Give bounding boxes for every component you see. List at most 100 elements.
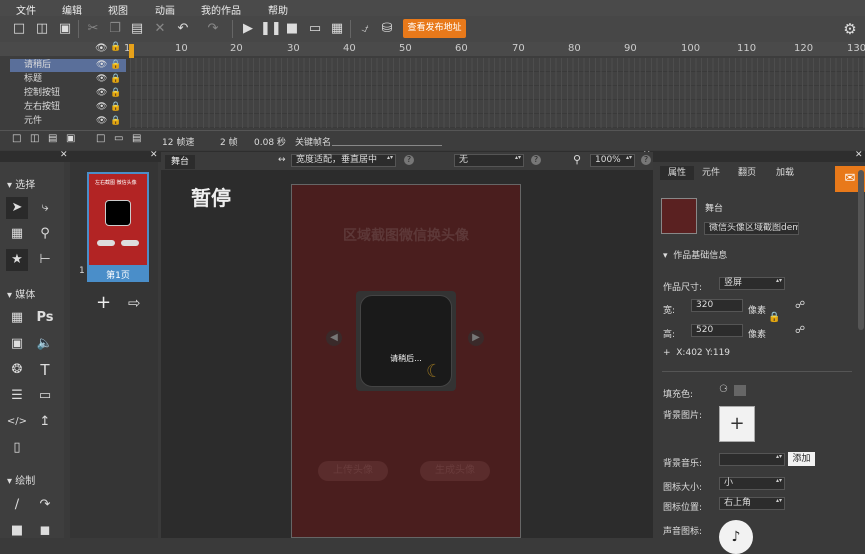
- save-icon[interactable]: ▣: [55, 19, 75, 39]
- width-input[interactable]: 320: [691, 299, 743, 312]
- layer-item[interactable]: 标题 👁 🔒: [10, 73, 126, 86]
- help-icon[interactable]: ?: [404, 155, 414, 165]
- tab-properties[interactable]: 属性: [660, 166, 694, 180]
- work-name-input[interactable]: 微信头像区域截图demo: [704, 222, 799, 235]
- add-frame-icon[interactable]: □: [96, 133, 105, 144]
- icon-position-select[interactable]: 右上角: [719, 497, 785, 510]
- tab-loading[interactable]: 加载: [768, 166, 802, 180]
- image-icon[interactable]: ▣: [6, 333, 28, 355]
- trash-icon[interactable]: ▣: [66, 133, 75, 144]
- stop-icon[interactable]: ■: [282, 19, 302, 39]
- play-icon[interactable]: ▶: [238, 19, 258, 39]
- timeline-frames-grid[interactable]: [130, 58, 865, 128]
- basic-info-header[interactable]: ▾ 作品基础信息: [663, 248, 727, 261]
- new-file-icon[interactable]: □: [9, 19, 29, 39]
- stage-canvas[interactable]: 暂停 区域截图微信换头像 请稍后... ☾ ◀ ▶ 上传头像 生成头像: [161, 170, 653, 538]
- zoom-icon[interactable]: ⚲: [34, 223, 56, 245]
- text-icon[interactable]: T: [34, 359, 56, 381]
- height-input[interactable]: 520: [691, 324, 743, 337]
- zoom-select[interactable]: 100%: [590, 154, 635, 167]
- scrollbar[interactable]: [858, 170, 864, 330]
- add-keyframe-icon[interactable]: ▭: [114, 133, 123, 144]
- link-icon[interactable]: ☍: [795, 325, 805, 336]
- eye-icon[interactable]: 👁: [96, 115, 107, 128]
- transform-icon[interactable]: ▦: [6, 223, 28, 245]
- help-icon[interactable]: ?: [531, 155, 541, 165]
- menu-file[interactable]: 文件: [16, 2, 36, 17]
- delete-layer-icon[interactable]: ▤: [48, 133, 57, 144]
- fit-select[interactable]: 宽度适配，垂直居中: [291, 154, 396, 167]
- paragraph-icon[interactable]: ☰: [6, 385, 28, 407]
- layer-item[interactable]: 元件 👁 🔒: [10, 115, 126, 128]
- close-icon[interactable]: ✕: [150, 150, 158, 160]
- copy-icon[interactable]: ❐: [105, 19, 125, 39]
- tab-page-turn[interactable]: 翻页: [730, 166, 764, 180]
- close-icon[interactable]: ✕: [60, 150, 68, 160]
- close-icon[interactable]: ✕: [855, 150, 863, 160]
- qrcode-icon[interactable]: ▦: [327, 19, 347, 39]
- crop-frame[interactable]: 请稍后... ☾: [356, 291, 456, 391]
- layer-item[interactable]: 左右按钮 👁 🔒: [10, 101, 126, 114]
- tab-components[interactable]: 元件: [694, 166, 728, 180]
- effect-select[interactable]: 无: [454, 154, 524, 167]
- video-icon[interactable]: ❂: [6, 359, 28, 381]
- publish-icon[interactable]: ⛁: [377, 19, 397, 39]
- add-layer-icon[interactable]: □: [12, 133, 21, 144]
- rounded-rect-icon[interactable]: ◼: [34, 520, 56, 542]
- menu-view[interactable]: 视图: [108, 2, 128, 17]
- keyframe-name-input[interactable]: [332, 145, 442, 146]
- view-publish-address-button[interactable]: 查看发布地址: [403, 19, 466, 38]
- add-bg-image-button[interactable]: +: [719, 406, 755, 442]
- align-icon[interactable]: ⊢: [34, 249, 56, 271]
- rectangle-icon[interactable]: ■: [6, 520, 28, 542]
- section-media-header[interactable]: ▾ 媒体: [7, 286, 35, 301]
- layer-item[interactable]: 控制按钮 👁 🔒: [10, 87, 126, 100]
- fill-color-swatch[interactable]: [734, 385, 746, 396]
- pause-icon[interactable]: ❚❚: [260, 19, 282, 39]
- delete-icon[interactable]: ✕: [150, 19, 170, 39]
- tab-stage[interactable]: 舞台: [165, 155, 195, 169]
- add-music-button[interactable]: 添加: [788, 452, 815, 466]
- next-arrow-icon[interactable]: ▶: [468, 330, 484, 346]
- import-page-icon[interactable]: ⇨: [128, 294, 141, 312]
- phone-stage[interactable]: 区域截图微信换头像 请稍后... ☾ ◀ ▶ 上传头像 生成头像: [291, 184, 521, 538]
- paint-bucket-icon[interactable]: ⚆: [719, 384, 728, 395]
- menu-edit[interactable]: 编辑: [62, 2, 82, 17]
- paste-icon[interactable]: ▤: [127, 19, 147, 39]
- eye-icon[interactable]: 👁: [96, 59, 107, 72]
- add-page-icon[interactable]: +: [96, 292, 111, 313]
- eye-icon[interactable]: 👁: [96, 73, 107, 86]
- icon-size-select[interactable]: 小: [719, 477, 785, 490]
- chart-icon[interactable]: ↥: [34, 411, 56, 433]
- barcode-icon[interactable]: ▯: [6, 437, 28, 459]
- curve-icon[interactable]: ↷: [34, 494, 56, 516]
- line-icon[interactable]: ∕: [6, 494, 28, 516]
- upload-avatar-button[interactable]: 上传头像: [318, 461, 388, 481]
- menu-my-works[interactable]: 我的作品: [201, 2, 241, 17]
- lock-ratio-icon[interactable]: 🔒: [768, 312, 780, 323]
- music-note-icon[interactable]: ♪: [719, 520, 753, 554]
- bezier-icon[interactable]: ⤷: [34, 197, 56, 219]
- eye-icon[interactable]: 👁: [96, 101, 107, 114]
- lock-icon[interactable]: 🔒: [110, 87, 121, 100]
- open-folder-icon[interactable]: ◫: [32, 19, 52, 39]
- menu-help[interactable]: 帮助: [268, 2, 288, 17]
- size-select[interactable]: 竖屏: [719, 277, 785, 290]
- add-folder-icon[interactable]: ◫: [30, 133, 39, 144]
- page-thumbnail[interactable]: 左右截图 微信头像 第1页: [87, 172, 149, 282]
- eye-icon[interactable]: 👁: [96, 87, 107, 100]
- section-select-header[interactable]: ▾ 选择: [7, 176, 35, 191]
- remove-frame-icon[interactable]: ▤: [132, 133, 141, 144]
- lock-icon[interactable]: 🔒: [110, 115, 121, 128]
- arrow-select-icon[interactable]: ➤: [6, 197, 28, 219]
- screen-icon[interactable]: ▭: [34, 385, 56, 407]
- redo-icon[interactable]: ↷: [203, 19, 223, 39]
- grid-icon[interactable]: ▦: [6, 307, 28, 329]
- star-icon[interactable]: ★: [6, 249, 28, 271]
- share-icon[interactable]: ⍻: [355, 19, 375, 39]
- prev-arrow-icon[interactable]: ◀: [326, 330, 342, 346]
- preview-icon[interactable]: ▭: [305, 19, 325, 39]
- section-draw-header[interactable]: ▾ 绘制: [7, 472, 35, 487]
- link-icon[interactable]: ☍: [795, 300, 805, 311]
- generate-avatar-button[interactable]: 生成头像: [420, 461, 490, 481]
